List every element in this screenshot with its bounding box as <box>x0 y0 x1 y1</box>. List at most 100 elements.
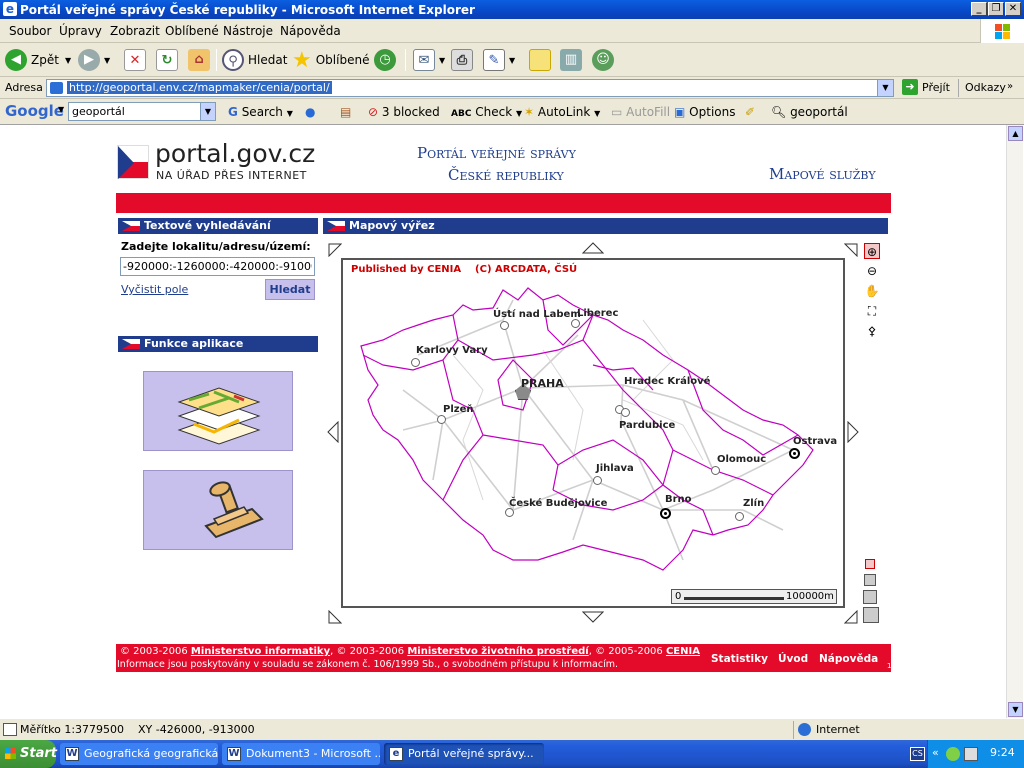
tray-messenger-icon[interactable] <box>946 747 960 761</box>
footer-link-home[interactable]: Úvod <box>778 653 808 665</box>
go-button[interactable]: ➜ Přejít <box>902 79 950 95</box>
pan-southwest-arrow[interactable] <box>328 610 342 624</box>
google-term-button[interactable]: 🔍︎ geoportál <box>771 105 848 119</box>
notes-button[interactable] <box>529 48 555 72</box>
search-submit-button[interactable]: Hledat <box>265 279 315 300</box>
header-red-bar <box>116 193 891 213</box>
menu-nastroje[interactable]: Nástroje <box>223 24 273 38</box>
zoom-level-2[interactable] <box>864 574 876 586</box>
spellcheck-button[interactable]: ABC Check ▼ <box>451 105 522 119</box>
google-search-input[interactable]: geoportál ▼ <box>68 102 216 121</box>
pan-east-arrow[interactable] <box>847 421 859 443</box>
scroll-up-icon[interactable]: ▲ <box>1008 126 1023 141</box>
zoom-extent-icon[interactable]: ⛶ <box>864 303 880 319</box>
menu-soubor[interactable]: Soubor <box>9 24 51 38</box>
ministry-informatics-link[interactable]: Ministerstvo informatiky <box>191 646 330 657</box>
map-panel-header: Mapový výřez <box>323 218 888 234</box>
search-label: Zadejte lokalitu/adresu/území: <box>121 240 311 253</box>
zoom-level-1[interactable] <box>865 559 875 569</box>
back-label: Zpět <box>31 53 59 67</box>
chevron-down-icon[interactable]: ▼ <box>58 105 64 114</box>
location-search-input[interactable] <box>120 257 315 276</box>
minimize-button[interactable]: _ <box>971 2 987 16</box>
chevron-left-icon[interactable]: « <box>932 746 939 759</box>
start-button[interactable]: Start <box>0 740 57 768</box>
address-url[interactable]: http://geoportal.env.cz/mapmaker/cenia/p… <box>67 81 332 94</box>
map-layers-button[interactable] <box>143 371 293 451</box>
logo-text[interactable]: portal.gov.cz <box>155 139 315 168</box>
pan-south-arrow[interactable] <box>582 611 604 623</box>
zoom-in-icon[interactable]: ⊕ <box>864 243 880 259</box>
menu-upravy[interactable]: Úpravy <box>59 24 102 38</box>
close-button[interactable]: ✕ <box>1005 2 1021 16</box>
city-marker <box>621 408 630 417</box>
back-button[interactable]: ◀ Zpět ▼ <box>5 48 71 72</box>
chevron-right-icon[interactable]: » <box>1007 81 1013 92</box>
tray-network-icon[interactable] <box>964 747 978 761</box>
ministry-environment-link[interactable]: Ministerstvo životního prostředí <box>407 646 588 657</box>
star-icon: ★ <box>292 47 312 73</box>
pagerank-icon[interactable]: ▤ <box>340 105 351 119</box>
map-viewport[interactable]: Published by CENIA (C) ARCDATA, ČSÚ Ústí… <box>341 258 845 608</box>
pan-northwest-arrow[interactable] <box>328 243 342 257</box>
cenia-link[interactable]: CENIA <box>666 646 700 657</box>
pan-southeast-arrow[interactable] <box>844 610 858 624</box>
pan-west-arrow[interactable] <box>327 421 339 443</box>
links-button[interactable]: Odkazy <box>965 81 1006 94</box>
stamp-tool-icon[interactable]: ⚴ <box>864 323 880 339</box>
scroll-down-icon[interactable]: ▼ <box>1008 702 1023 717</box>
google-toolbar: Google ▼ geoportál ▼ G Search ▼ ● ▤ ⊘ 3 … <box>0 99 1024 125</box>
research-button[interactable]: ▥ <box>560 48 586 72</box>
pan-hand-icon[interactable]: ✋ <box>864 283 880 299</box>
print-button[interactable]: ⎙ <box>451 48 477 72</box>
language-indicator[interactable]: CS <box>910 747 925 761</box>
highlighter-icon[interactable]: ✐ <box>745 105 755 119</box>
maximize-button[interactable]: ❐ <box>988 2 1004 16</box>
zoom-level-3[interactable] <box>863 590 877 604</box>
footer-link-help[interactable]: Nápověda <box>819 653 878 665</box>
edit-button[interactable]: ✎ ▼ <box>483 48 515 72</box>
status-scale: Měřítko 1:3779500 <box>20 723 125 736</box>
globe-icon[interactable]: ● <box>305 105 315 119</box>
home-button[interactable]: ⌂ <box>188 48 214 72</box>
google-logo[interactable]: Google <box>5 102 64 120</box>
popup-blocker-button[interactable]: ⊘ 3 blocked <box>368 105 440 119</box>
forward-button[interactable]: ▶ ▼ <box>78 48 110 72</box>
search-button[interactable]: ⚲ Hledat <box>222 48 287 72</box>
task-word-dokument3[interactable]: W Dokument3 - Microsoft ... <box>222 743 380 765</box>
history-button[interactable]: ◷ <box>374 48 400 72</box>
footer-link-statistics[interactable]: Statistiky <box>711 653 768 665</box>
autolink-button[interactable]: ✶ AutoLink ▼ <box>524 105 600 119</box>
google-search-button[interactable]: G Search ▼ <box>228 105 293 119</box>
chevron-down-icon[interactable]: ▼ <box>104 56 110 65</box>
address-input[interactable]: http://geoportal.env.cz/mapmaker/cenia/p… <box>46 79 894 97</box>
menu-oblibene[interactable]: Oblíbené <box>165 24 219 38</box>
chevron-down-icon[interactable]: ▼ <box>877 80 893 96</box>
task-ie-portal[interactable]: e Portál veřejné správy... <box>384 743 544 765</box>
vertical-scrollbar[interactable]: ▲ ▼ <box>1006 125 1023 718</box>
menu-napoveda[interactable]: Nápověda <box>280 24 341 38</box>
magnifier-icon: 🔍︎ <box>771 105 787 119</box>
city-label: Pardubice <box>619 420 676 431</box>
autofill-button[interactable]: ▭ AutoFill <box>611 105 670 119</box>
messenger-button[interactable]: ☺ <box>592 48 618 72</box>
window-title-bar[interactable]: e Portál veřejné správy České republiky … <box>0 0 1024 19</box>
refresh-button[interactable]: ↻ <box>156 48 182 72</box>
menu-zobrazit[interactable]: Zobrazit <box>110 24 160 38</box>
task-word-geografie[interactable]: W Geografická geografická ... <box>60 743 218 765</box>
print-map-button[interactable] <box>143 470 293 550</box>
stop-button[interactable]: ✕ <box>124 48 150 72</box>
clear-field-link[interactable]: Vyčistit pole <box>121 283 188 296</box>
chevron-down-icon[interactable]: ▼ <box>200 103 215 120</box>
city-label-capital: PRAHA <box>521 377 564 390</box>
pan-north-arrow[interactable] <box>582 242 604 254</box>
favorites-button[interactable]: ★ Oblíbené <box>292 47 369 73</box>
mail-button[interactable]: ✉ ▼ <box>413 48 445 72</box>
pan-northeast-arrow[interactable] <box>844 243 858 257</box>
menu-bar: Soubor Úpravy Zobrazit Oblíbené Nástroje… <box>0 19 1024 43</box>
zoom-level-4[interactable] <box>863 607 879 623</box>
zoom-out-icon[interactable]: ⊖ <box>864 263 880 279</box>
search-panel-title: Textové vyhledávání <box>144 219 271 232</box>
chevron-down-icon[interactable]: ▼ <box>65 56 71 65</box>
options-button[interactable]: ▣ Options <box>674 105 735 119</box>
